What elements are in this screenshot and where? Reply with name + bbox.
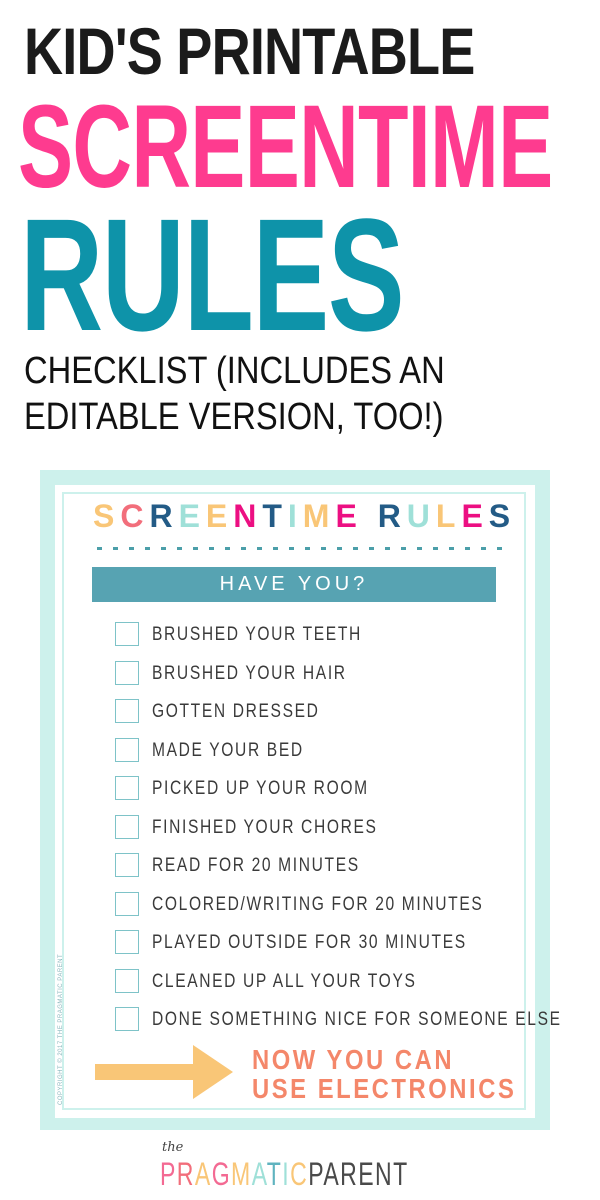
checklist-item-label: PICKED UP YOUR ROOM [152, 778, 369, 799]
arrow-shaft [95, 1064, 197, 1080]
title-letter: L [435, 498, 462, 534]
logo-letter: M [231, 1156, 252, 1192]
title-letter: N [233, 498, 263, 534]
checklist-item-label: CLEANED UP ALL YOUR TOYS [152, 970, 417, 992]
logo-prefix: the [162, 1140, 184, 1155]
subtitle-line-1: CHECKLIST (INCLUDES AN [24, 350, 445, 392]
logo-letter: R [176, 1156, 195, 1192]
checkbox[interactable] [115, 814, 139, 839]
copyright-text: COPYRIGHT © 2017 THE PRAGMATIC PARENT [58, 953, 64, 1105]
checkbox[interactable] [115, 891, 139, 916]
arrow-head [193, 1045, 233, 1099]
checklist-item-label: DONE SOMETHING NICE FOR SOMEONE ELSE [152, 1009, 562, 1030]
have-you-banner: HAVE YOU? [92, 567, 496, 602]
checkbox[interactable] [115, 660, 139, 685]
logo-word-parent: PARENT [308, 1156, 409, 1192]
title-letter: M [302, 498, 336, 534]
checklist-item-label: BRUSHED YOUR HAIR [152, 662, 347, 684]
title-letter: I [287, 498, 303, 534]
checkbox[interactable] [115, 699, 139, 723]
logo-letter: P [160, 1156, 177, 1192]
logo-letter: A [251, 1156, 267, 1192]
title-letter: R [149, 498, 179, 534]
cta-line-1: NOW YOU CAN [252, 1044, 455, 1075]
logo-letter: A [194, 1156, 212, 1192]
checkbox[interactable] [115, 930, 139, 954]
logo-letter: G [211, 1156, 232, 1192]
title-letter: T [262, 498, 288, 534]
title-letter: C [120, 498, 150, 534]
title-letter: S [93, 498, 121, 534]
title-letter: R [377, 498, 407, 534]
checklist-item-label: FINISHED YOUR CHORES [152, 816, 378, 838]
checkbox[interactable] [115, 622, 139, 646]
title-letter: E [178, 498, 206, 534]
cta-line-2: USE ELECTRONICS [252, 1073, 517, 1104]
checklist-item-label: GOTTEN DRESSED [152, 701, 320, 722]
checkbox[interactable] [115, 1007, 139, 1031]
checklist-item-label: COLORED/WRITING FOR 20 MINUTES [152, 893, 484, 915]
logo-letter: T [266, 1156, 283, 1192]
checkbox[interactable] [115, 737, 139, 762]
subtitle-line-2: EDITABLE VERSION, TOO!) [24, 396, 444, 438]
title-letter [363, 498, 378, 534]
checkbox[interactable] [115, 968, 139, 993]
title-letter: E [461, 498, 489, 534]
checklist-item-label: MADE YOUR BED [152, 739, 304, 761]
brand-logo: PRAGMATICPARENT [160, 1158, 409, 1190]
checklist-item-label: READ FOR 20 MINUTES [152, 855, 360, 876]
logo-word-pragmatic: PRAGMATIC [160, 1156, 308, 1192]
logo-letter: I [282, 1156, 291, 1192]
right-arrow-icon [95, 1045, 233, 1099]
checkbox[interactable] [115, 853, 139, 877]
title-letter: S [488, 498, 517, 534]
title-letter: E [205, 498, 234, 534]
checklist-item-label: PLAYED OUTSIDE FOR 30 MINUTES [152, 932, 467, 953]
headline-rules: RULES [20, 185, 405, 364]
logo-letter: C [290, 1156, 309, 1192]
checkbox[interactable] [115, 776, 139, 800]
title-letter: U [406, 498, 436, 534]
title-letter: E [335, 498, 363, 534]
dotted-divider [97, 547, 505, 550]
card-title: SCREENTIME RULES [93, 498, 510, 534]
checklist-item-label: BRUSHED YOUR TEETH [152, 624, 362, 645]
headline-kids-printable: KID'S PRINTABLE [24, 14, 475, 88]
